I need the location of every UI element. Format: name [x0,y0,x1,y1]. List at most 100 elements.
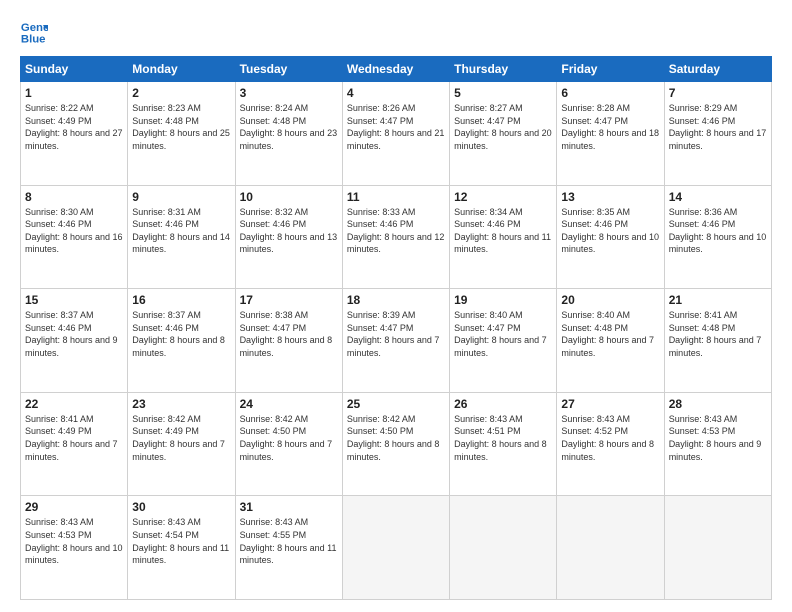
day-number: 21 [669,293,767,307]
day-number: 13 [561,190,659,204]
day-detail: Sunrise: 8:34 AMSunset: 4:46 PMDaylight:… [454,207,551,255]
day-detail: Sunrise: 8:39 AMSunset: 4:47 PMDaylight:… [347,310,440,358]
calendar-cell: 1 Sunrise: 8:22 AMSunset: 4:49 PMDayligh… [21,82,128,186]
day-number: 17 [240,293,338,307]
logo-icon: General Blue [20,18,48,46]
day-detail: Sunrise: 8:43 AMSunset: 4:55 PMDaylight:… [240,517,337,565]
calendar-week-row: 15 Sunrise: 8:37 AMSunset: 4:46 PMDaylig… [21,289,772,393]
calendar-cell: 8 Sunrise: 8:30 AMSunset: 4:46 PMDayligh… [21,185,128,289]
weekday-header: Saturday [664,57,771,82]
calendar-cell: 20 Sunrise: 8:40 AMSunset: 4:48 PMDaylig… [557,289,664,393]
weekday-header: Monday [128,57,235,82]
day-number: 16 [132,293,230,307]
day-detail: Sunrise: 8:33 AMSunset: 4:46 PMDaylight:… [347,207,445,255]
day-number: 18 [347,293,445,307]
calendar-cell: 18 Sunrise: 8:39 AMSunset: 4:47 PMDaylig… [342,289,449,393]
day-detail: Sunrise: 8:38 AMSunset: 4:47 PMDaylight:… [240,310,333,358]
day-number: 20 [561,293,659,307]
day-number: 4 [347,86,445,100]
day-number: 24 [240,397,338,411]
calendar-cell: 11 Sunrise: 8:33 AMSunset: 4:46 PMDaylig… [342,185,449,289]
day-number: 25 [347,397,445,411]
calendar-week-row: 8 Sunrise: 8:30 AMSunset: 4:46 PMDayligh… [21,185,772,289]
day-number: 2 [132,86,230,100]
calendar-cell: 21 Sunrise: 8:41 AMSunset: 4:48 PMDaylig… [664,289,771,393]
calendar: SundayMondayTuesdayWednesdayThursdayFrid… [20,56,772,600]
calendar-cell: 22 Sunrise: 8:41 AMSunset: 4:49 PMDaylig… [21,392,128,496]
day-detail: Sunrise: 8:43 AMSunset: 4:52 PMDaylight:… [561,414,654,462]
day-detail: Sunrise: 8:37 AMSunset: 4:46 PMDaylight:… [132,310,225,358]
day-number: 31 [240,500,338,514]
day-detail: Sunrise: 8:42 AMSunset: 4:50 PMDaylight:… [347,414,440,462]
day-detail: Sunrise: 8:43 AMSunset: 4:53 PMDaylight:… [669,414,762,462]
calendar-week-row: 1 Sunrise: 8:22 AMSunset: 4:49 PMDayligh… [21,82,772,186]
day-number: 1 [25,86,123,100]
day-number: 29 [25,500,123,514]
day-detail: Sunrise: 8:40 AMSunset: 4:48 PMDaylight:… [561,310,654,358]
calendar-cell: 15 Sunrise: 8:37 AMSunset: 4:46 PMDaylig… [21,289,128,393]
calendar-cell: 9 Sunrise: 8:31 AMSunset: 4:46 PMDayligh… [128,185,235,289]
calendar-cell: 13 Sunrise: 8:35 AMSunset: 4:46 PMDaylig… [557,185,664,289]
day-number: 8 [25,190,123,204]
day-detail: Sunrise: 8:41 AMSunset: 4:48 PMDaylight:… [669,310,762,358]
day-detail: Sunrise: 8:42 AMSunset: 4:50 PMDaylight:… [240,414,333,462]
calendar-cell: 16 Sunrise: 8:37 AMSunset: 4:46 PMDaylig… [128,289,235,393]
day-detail: Sunrise: 8:24 AMSunset: 4:48 PMDaylight:… [240,103,338,151]
calendar-cell: 31 Sunrise: 8:43 AMSunset: 4:55 PMDaylig… [235,496,342,600]
day-number: 9 [132,190,230,204]
day-number: 7 [669,86,767,100]
day-number: 3 [240,86,338,100]
calendar-cell: 30 Sunrise: 8:43 AMSunset: 4:54 PMDaylig… [128,496,235,600]
day-detail: Sunrise: 8:40 AMSunset: 4:47 PMDaylight:… [454,310,547,358]
calendar-cell: 19 Sunrise: 8:40 AMSunset: 4:47 PMDaylig… [450,289,557,393]
calendar-cell: 28 Sunrise: 8:43 AMSunset: 4:53 PMDaylig… [664,392,771,496]
day-number: 11 [347,190,445,204]
day-detail: Sunrise: 8:35 AMSunset: 4:46 PMDaylight:… [561,207,659,255]
calendar-cell: 5 Sunrise: 8:27 AMSunset: 4:47 PMDayligh… [450,82,557,186]
calendar-cell: 29 Sunrise: 8:43 AMSunset: 4:53 PMDaylig… [21,496,128,600]
calendar-cell: 17 Sunrise: 8:38 AMSunset: 4:47 PMDaylig… [235,289,342,393]
calendar-cell: 12 Sunrise: 8:34 AMSunset: 4:46 PMDaylig… [450,185,557,289]
day-detail: Sunrise: 8:42 AMSunset: 4:49 PMDaylight:… [132,414,225,462]
svg-text:Blue: Blue [21,34,46,46]
day-number: 14 [669,190,767,204]
calendar-cell: 4 Sunrise: 8:26 AMSunset: 4:47 PMDayligh… [342,82,449,186]
day-detail: Sunrise: 8:43 AMSunset: 4:54 PMDaylight:… [132,517,229,565]
calendar-cell [557,496,664,600]
day-number: 22 [25,397,123,411]
calendar-cell [664,496,771,600]
day-number: 28 [669,397,767,411]
calendar-week-row: 29 Sunrise: 8:43 AMSunset: 4:53 PMDaylig… [21,496,772,600]
day-detail: Sunrise: 8:36 AMSunset: 4:46 PMDaylight:… [669,207,767,255]
day-number: 27 [561,397,659,411]
day-detail: Sunrise: 8:41 AMSunset: 4:49 PMDaylight:… [25,414,118,462]
header: General Blue [20,18,772,46]
calendar-cell: 24 Sunrise: 8:42 AMSunset: 4:50 PMDaylig… [235,392,342,496]
logo: General Blue [20,18,52,46]
day-number: 30 [132,500,230,514]
day-detail: Sunrise: 8:23 AMSunset: 4:48 PMDaylight:… [132,103,230,151]
day-number: 23 [132,397,230,411]
weekday-header: Friday [557,57,664,82]
day-detail: Sunrise: 8:28 AMSunset: 4:47 PMDaylight:… [561,103,659,151]
page: General Blue SundayMondayTuesdayWednesda… [0,0,792,612]
calendar-cell: 23 Sunrise: 8:42 AMSunset: 4:49 PMDaylig… [128,392,235,496]
day-detail: Sunrise: 8:30 AMSunset: 4:46 PMDaylight:… [25,207,123,255]
day-detail: Sunrise: 8:26 AMSunset: 4:47 PMDaylight:… [347,103,445,151]
calendar-header-row: SundayMondayTuesdayWednesdayThursdayFrid… [21,57,772,82]
day-detail: Sunrise: 8:29 AMSunset: 4:46 PMDaylight:… [669,103,767,151]
calendar-cell [342,496,449,600]
calendar-cell: 2 Sunrise: 8:23 AMSunset: 4:48 PMDayligh… [128,82,235,186]
day-detail: Sunrise: 8:43 AMSunset: 4:53 PMDaylight:… [25,517,123,565]
calendar-cell: 25 Sunrise: 8:42 AMSunset: 4:50 PMDaylig… [342,392,449,496]
calendar-cell: 10 Sunrise: 8:32 AMSunset: 4:46 PMDaylig… [235,185,342,289]
calendar-cell: 7 Sunrise: 8:29 AMSunset: 4:46 PMDayligh… [664,82,771,186]
day-number: 10 [240,190,338,204]
day-number: 19 [454,293,552,307]
day-detail: Sunrise: 8:31 AMSunset: 4:46 PMDaylight:… [132,207,230,255]
day-number: 5 [454,86,552,100]
day-number: 12 [454,190,552,204]
weekday-header: Thursday [450,57,557,82]
day-number: 6 [561,86,659,100]
day-detail: Sunrise: 8:32 AMSunset: 4:46 PMDaylight:… [240,207,338,255]
